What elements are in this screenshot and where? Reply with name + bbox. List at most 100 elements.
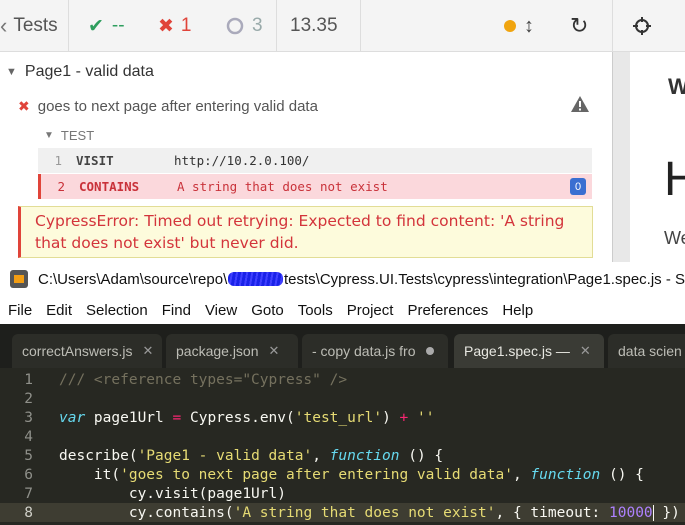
pending-circle-icon [226,17,244,35]
chevron-left-icon: ‹ [0,13,8,38]
code-token: cy.contains( [59,504,234,521]
preview-text: W [668,74,685,99]
line-number: 8 [24,504,33,521]
line-number: 5 [24,447,33,464]
code-token: it( [59,466,121,483]
code-token: 'goes to next page after entering valid … [120,466,513,483]
caret-down-icon: ▼ [6,66,17,78]
sublime-app-icon [10,270,28,288]
code-token: cy.visit(page1Url) [59,485,286,502]
pending-stat: 3 [226,0,263,52]
header-divider [68,0,69,52]
menu-goto[interactable]: Goto [251,302,284,319]
reload-icon: ↻ [570,13,589,38]
code-line: 2 [0,389,685,408]
tab-copy-data[interactable]: - copy data.js fro [302,334,448,368]
menu-help[interactable]: Help [502,302,533,319]
error-message: CypressError: Timed out retrying: Expect… [18,206,593,258]
command-message: A string that does not exist [177,179,388,194]
code-token: + [399,409,409,426]
unsaved-dot-icon[interactable] [425,347,434,355]
window-title-bar: C:\Users\Adam\source\repo\ tests\Cypress.… [0,262,685,296]
passed-count: -- [111,15,125,36]
line-number: 6 [24,466,33,483]
test-row[interactable]: ✖ goes to next page after entering valid… [0,92,612,120]
failed-stat: ✖ 1 [158,0,192,52]
close-icon[interactable]: ✕ [580,343,591,359]
suite-row[interactable]: ▼ Page1 - valid data [0,56,612,88]
tab-package-json[interactable]: package.json ✕ [166,334,298,368]
menu-bar: File Edit Selection Find View Goto Tools… [0,296,685,324]
passed-stat: ✔ -- [88,0,125,52]
tab-page1-spec[interactable]: Page1.spec.js — ✕ [454,334,604,368]
line-number: 1 [24,371,33,388]
code-token: , [512,466,531,483]
auto-scroll-toggle[interactable]: ↕ [524,0,534,52]
code-editor[interactable]: 1 /// <reference types="Cypress" /> 2 3 … [0,368,685,525]
running-indicator [504,0,516,52]
menu-tools[interactable]: Tools [298,302,333,319]
code-line: 7 cy.visit(page1Url) [0,484,685,503]
close-icon[interactable]: ✕ [269,343,280,359]
command-message: http://10.2.0.100/ [174,153,310,168]
warning-icon[interactable] [570,94,590,114]
code-line: 6 it('goes to next page after entering v… [0,465,685,484]
menu-file[interactable]: File [8,302,32,319]
code-token: '' [417,409,435,426]
code-token: 'test_url' [294,409,383,426]
tab-data-science[interactable]: data scien [608,334,685,368]
command-row[interactable]: 1 VISIT http://10.2.0.100/ [38,148,592,173]
menu-preferences[interactable]: Preferences [407,302,488,319]
tab-label: package.json [176,343,259,359]
close-icon[interactable]: ✕ [142,343,153,359]
header-divider [276,0,277,52]
command-row-failed[interactable]: 2 CONTAINS A string that does not exist … [38,174,592,199]
code-token: describe( [59,447,138,464]
header-divider [360,0,361,52]
caret-down-icon: ▼ [44,129,54,141]
header-divider [612,0,613,52]
code-token: = [172,409,182,426]
tests-button[interactable]: ‹ Tests [0,0,68,52]
code-token: () { [600,466,644,483]
code-token: () { [399,447,444,464]
code-token: 'Page1 - valid data' [137,447,313,464]
preview-heading: H [664,153,685,206]
code-line-current: 8 cy.contains('A string that does not ex… [0,503,685,522]
code-token: var [59,409,86,426]
code-comment: /// <reference types="Cypress" /> [59,371,348,388]
selector-playground-button[interactable] [632,0,652,52]
code-token: , { timeout: [495,504,610,521]
menu-edit[interactable]: Edit [46,302,72,319]
code-token: 10000 [609,504,653,521]
command-name: VISIT [76,153,114,168]
line-number: 4 [24,428,33,445]
redaction-scribble [228,272,283,286]
code-token: , [312,447,330,464]
code-line: 3 var page1Url = Cypress.env('test_url')… [0,408,685,427]
menu-find[interactable]: Find [162,302,191,319]
code-token: function [329,447,400,464]
tab-correct-answers[interactable]: correctAnswers.js ✕ [12,334,162,368]
line-number: 2 [24,390,33,407]
test-section-header[interactable]: ▼ TEST [44,126,94,144]
duration: 13.35 [290,0,338,52]
failed-x-icon: ✖ [18,97,30,114]
panel-resizer[interactable] [612,52,630,262]
test-title: goes to next page after entering valid d… [37,97,318,115]
code-line: 4 [0,427,685,446]
code-token: page1Url [85,409,173,426]
code-token: ) [382,409,400,426]
line-number: 3 [24,409,33,426]
menu-selection[interactable]: Selection [86,302,148,319]
x-icon: ✖ [158,15,174,37]
code-token: }) [653,504,680,521]
menu-project[interactable]: Project [347,302,394,319]
pending-count: 3 [252,15,263,36]
rerun-button[interactable]: ↻ [570,0,588,52]
suite-title: Page1 - valid data [24,63,154,80]
failed-count: 1 [180,15,192,36]
line-number: 7 [24,485,33,502]
menu-view[interactable]: View [205,302,237,319]
